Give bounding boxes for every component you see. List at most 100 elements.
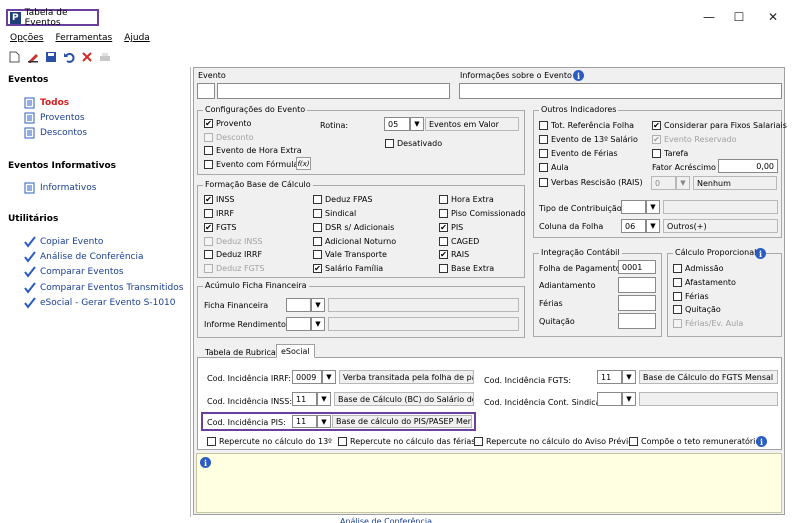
- prop-ferias-checkbox[interactable]: Férias: [673, 292, 709, 301]
- coluna-folha-dropdown[interactable]: ▼: [646, 219, 660, 233]
- base-pis-checkbox[interactable]: ✔ PIS: [439, 223, 463, 232]
- tipo-contribuicao-desc: [663, 200, 778, 214]
- sidebar-item-analise-conferencia[interactable]: Análise de Conferência: [40, 252, 143, 262]
- edit-icon[interactable]: [26, 50, 39, 63]
- coluna-folha-desc: Outros(+): [663, 219, 778, 233]
- repercute-13-checkbox[interactable]: Repercute no cálculo do 13º: [207, 437, 332, 446]
- tab-tabela-rubricas[interactable]: Tabela de Rubricas: [201, 346, 284, 359]
- info-icon[interactable]: i: [756, 436, 767, 447]
- menu-ajuda[interactable]: Ajuda: [124, 33, 150, 43]
- base-extra-checkbox[interactable]: Base Extra: [439, 264, 494, 273]
- informe-rendimentos-dropdown[interactable]: ▼: [311, 317, 325, 331]
- rotina-dropdown[interactable]: ▼: [410, 117, 424, 131]
- checkmark-icon: [24, 251, 36, 263]
- pis-code-input[interactable]: 11: [292, 415, 317, 428]
- base-rais-checkbox[interactable]: ✔ RAIS: [439, 250, 469, 259]
- irrf-dropdown[interactable]: ▼: [322, 370, 336, 384]
- sidebar-item-informativos[interactable]: Informativos: [40, 183, 96, 193]
- sindical-dropdown[interactable]: ▼: [622, 392, 636, 406]
- sidebar-section-eventos: Eventos: [8, 75, 49, 85]
- sidebar-item-comparar-transmitidos[interactable]: Comparar Eventos Transmitidos: [40, 283, 183, 293]
- informe-rendimentos-input[interactable]: [286, 317, 311, 331]
- considerar-fixos-checkbox[interactable]: ✔ Considerar para Fixos Salariais: [652, 121, 787, 130]
- base-vale-transporte-checkbox[interactable]: Vale Transporte: [313, 250, 387, 259]
- ferias-input[interactable]: [618, 295, 656, 311]
- fgts-code-input[interactable]: 11: [597, 370, 622, 384]
- prop-quitacao-checkbox[interactable]: Quitação: [673, 305, 721, 314]
- coluna-folha-input[interactable]: 06: [621, 219, 646, 233]
- close-button[interactable]: ✕: [758, 8, 788, 26]
- menu-opcoes[interactable]: Opções: [10, 33, 43, 43]
- base-piso-comissionado-checkbox[interactable]: Piso Comissionado: [439, 209, 525, 218]
- delete-icon[interactable]: [80, 50, 93, 63]
- sidebar-item-proventos[interactable]: Proventos: [40, 113, 85, 123]
- repercute-aviso-checkbox[interactable]: Repercute no cálculo do Aviso Prévio: [474, 437, 633, 446]
- base-fgts-checkbox[interactable]: ✔ FGTS: [204, 223, 236, 232]
- base-inss-checkbox[interactable]: ✔ INSS: [204, 195, 235, 204]
- maximize-button[interactable]: ☐: [724, 8, 754, 26]
- ferias-checkbox[interactable]: Evento de Férias: [539, 149, 618, 158]
- formula-button[interactable]: f(x): [296, 157, 311, 170]
- tipo-contribuicao-dropdown[interactable]: ▼: [646, 200, 660, 214]
- repercute-ferias-checkbox[interactable]: Repercute no cálculo das férias: [338, 437, 475, 446]
- save-icon[interactable]: [44, 50, 57, 63]
- ficha-financeira-dropdown[interactable]: ▼: [311, 298, 325, 312]
- base-caged-checkbox[interactable]: CAGED: [439, 237, 479, 246]
- com-formula-checkbox[interactable]: Evento com Fórmula: [204, 160, 298, 169]
- sidebar-item-comparar-eventos[interactable]: Comparar Eventos: [40, 267, 124, 277]
- inss-dropdown[interactable]: ▼: [317, 392, 331, 406]
- folha-pagamento-input[interactable]: 0001: [618, 260, 656, 274]
- quitacao-input[interactable]: [618, 313, 656, 329]
- tot-ref-checkbox[interactable]: Tot. Referência Folha: [539, 121, 634, 130]
- desativado-checkbox[interactable]: Desativado: [385, 139, 442, 148]
- fgts-label: Cod. Incidência FGTS:: [484, 376, 572, 385]
- base-hora-extra-checkbox[interactable]: Hora Extra: [439, 195, 494, 204]
- info-icon[interactable]: i: [755, 248, 766, 259]
- inss-code-input[interactable]: 11: [292, 392, 317, 406]
- admissao-checkbox[interactable]: Admissão: [673, 264, 724, 273]
- fgts-dropdown[interactable]: ▼: [622, 370, 636, 384]
- sidebar-item-descontos[interactable]: Descontos: [40, 128, 87, 138]
- ferias-ev-aula-checkbox: Férias/Ev. Aula: [673, 319, 743, 328]
- base-salario-familia-checkbox[interactable]: ✔ Salário Família: [313, 264, 383, 273]
- menu-ferramentas[interactable]: Ferramentas: [55, 33, 112, 43]
- new-icon[interactable]: [8, 50, 21, 63]
- info-icon[interactable]: i: [573, 70, 584, 81]
- tipo-contribuicao-input[interactable]: [621, 200, 646, 214]
- pis-dropdown[interactable]: ▼: [317, 415, 331, 428]
- window-title: P Tabela de Eventos: [6, 8, 99, 28]
- base-irrf-checkbox[interactable]: IRRF: [204, 209, 234, 218]
- adiantamento-input[interactable]: [618, 277, 656, 293]
- teto-remuneratorio-checkbox[interactable]: Compõe o teto remuneratório: [629, 437, 760, 446]
- decimo-checkbox[interactable]: Evento de 13º Salário: [539, 135, 638, 144]
- base-dsr-checkbox[interactable]: DSR s/ Adicionais: [313, 223, 394, 232]
- base-deduz-fgts-checkbox: Deduz FGTS: [204, 264, 264, 273]
- base-deduz-fpas-checkbox[interactable]: Deduz FPAS: [313, 195, 372, 204]
- reservado-checkbox: ✔ Evento Reservado: [652, 135, 737, 144]
- sidebar-item-copiar-evento[interactable]: Copiar Evento: [40, 237, 103, 247]
- evento-code-input[interactable]: [197, 83, 215, 99]
- verbas-rescisao-checkbox[interactable]: Verbas Rescisão (RAIS): [539, 178, 643, 187]
- irrf-code-input[interactable]: 0009: [292, 370, 322, 384]
- sidebar-item-todos[interactable]: Todos: [40, 98, 69, 108]
- evento-name-input[interactable]: [217, 83, 450, 99]
- info-input[interactable]: [459, 83, 782, 99]
- rotina-code-input[interactable]: 05: [384, 117, 410, 131]
- afastamento-checkbox[interactable]: Afastamento: [673, 278, 736, 287]
- base-sindical-checkbox[interactable]: Sindical: [313, 209, 356, 218]
- base-deduz-irrf-checkbox[interactable]: Deduz IRRF: [204, 250, 262, 259]
- verbas-code-input: 0: [651, 176, 676, 190]
- sidebar-item-esocial-s1010[interactable]: eSocial - Gerar Evento S-1010: [40, 298, 176, 308]
- provento-checkbox[interactable]: ✔ Provento: [204, 119, 251, 128]
- undo-icon[interactable]: [62, 50, 75, 63]
- tab-esocial[interactable]: eSocial: [276, 344, 315, 358]
- fator-input[interactable]: 0,00: [718, 159, 778, 173]
- minimize-button[interactable]: —: [694, 8, 724, 26]
- tarefa-checkbox[interactable]: Tarefa: [652, 149, 688, 158]
- sindical-code-input[interactable]: [597, 392, 622, 406]
- hora-extra-checkbox[interactable]: Evento de Hora Extra: [204, 146, 302, 155]
- base-adicional-noturno-checkbox[interactable]: Adicional Noturno: [313, 237, 396, 246]
- aula-checkbox[interactable]: Aula: [539, 163, 569, 172]
- ficha-financeira-input[interactable]: [286, 298, 311, 312]
- inss-label: Cod. Incidência INSS:: [207, 397, 293, 406]
